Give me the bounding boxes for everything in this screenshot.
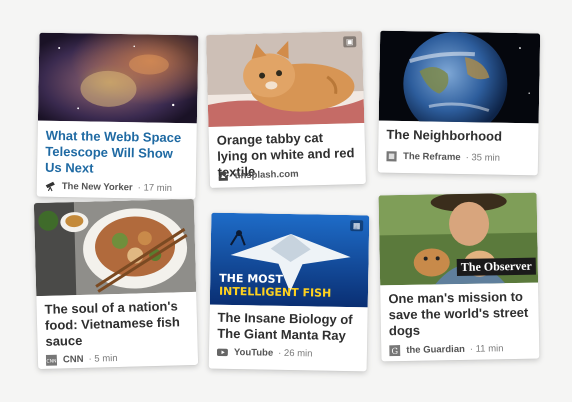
read-time: · 11 min xyxy=(469,342,504,355)
observer-brand: The Observer xyxy=(456,257,536,277)
svg-text:G: G xyxy=(391,345,398,355)
thumbnail-caption-line1: THE MOST xyxy=(219,271,284,286)
thumbnail-caption-line2: INTELLIGENT FISH xyxy=(218,284,332,300)
read-time: · 26 min xyxy=(278,347,313,359)
card-meta: The Reframe · 35 min xyxy=(386,149,532,166)
card-meta: The New Yorker · 17 min xyxy=(45,179,190,196)
webb-nebula-image xyxy=(37,32,199,124)
source-name: unsplash.com xyxy=(234,168,299,181)
source-name: CNN xyxy=(62,353,84,365)
image-icon: ▣ xyxy=(343,36,357,48)
cat-photo xyxy=(206,30,365,128)
reframe-icon xyxy=(386,150,397,161)
read-time: · 17 min xyxy=(137,181,173,194)
video-icon: ▦ xyxy=(350,220,364,232)
card-fish-sauce[interactable]: The soul of a nation's food: Vietnamese … xyxy=(33,198,199,370)
card-webb[interactable]: What the Webb Space Telescope Will Show … xyxy=(36,32,199,200)
card-meta: G the Guardian · 11 min xyxy=(389,341,533,358)
card-title[interactable]: The Insane Biology of The Giant Manta Ra… xyxy=(217,310,360,344)
card-street-dogs[interactable]: The Observer One man's mission to save t… xyxy=(378,192,540,362)
manta-ray-thumbnail: THE MOST INTELLIGENT FISH xyxy=(209,212,370,308)
unsplash-icon xyxy=(218,171,228,181)
card-meta: unsplash.com xyxy=(218,165,360,183)
guardian-icon: G xyxy=(389,344,401,356)
youtube-icon xyxy=(216,348,228,356)
card-meta: CNN CNN · 5 min xyxy=(45,349,192,367)
card-title[interactable]: What the Webb Space Telescope Will Show … xyxy=(45,128,189,178)
card-title[interactable]: The Neighborhood xyxy=(386,127,530,146)
man-with-dogs-photo: The Observer xyxy=(378,192,539,286)
source-name: The New Yorker xyxy=(61,180,133,193)
svg-text:CNN: CNN xyxy=(46,358,56,364)
source-name: the Guardian xyxy=(406,343,465,356)
card-title[interactable]: One man's mission to save the world's st… xyxy=(388,289,531,339)
source-name: The Reframe xyxy=(402,150,461,163)
card-manta-ray[interactable]: THE MOST INTELLIGENT FISH ▦ The Insane B… xyxy=(208,212,370,372)
telescope-icon xyxy=(45,181,55,191)
read-time: · 35 min xyxy=(465,151,501,164)
source-name: YouTube xyxy=(233,346,274,359)
earth-image xyxy=(378,30,541,124)
card-meta: YouTube · 26 min xyxy=(216,345,361,362)
card-title[interactable]: The soul of a nation's food: Vietnamese … xyxy=(44,298,189,350)
food-photo xyxy=(33,198,197,297)
card-neighborhood[interactable]: The Neighborhood The Reframe · 35 min xyxy=(377,30,541,176)
cnn-icon: CNN xyxy=(45,354,58,366)
read-time: · 5 min xyxy=(88,352,118,365)
card-cat[interactable]: ▣ Orange tabby cat lying on white and re… xyxy=(206,30,366,189)
